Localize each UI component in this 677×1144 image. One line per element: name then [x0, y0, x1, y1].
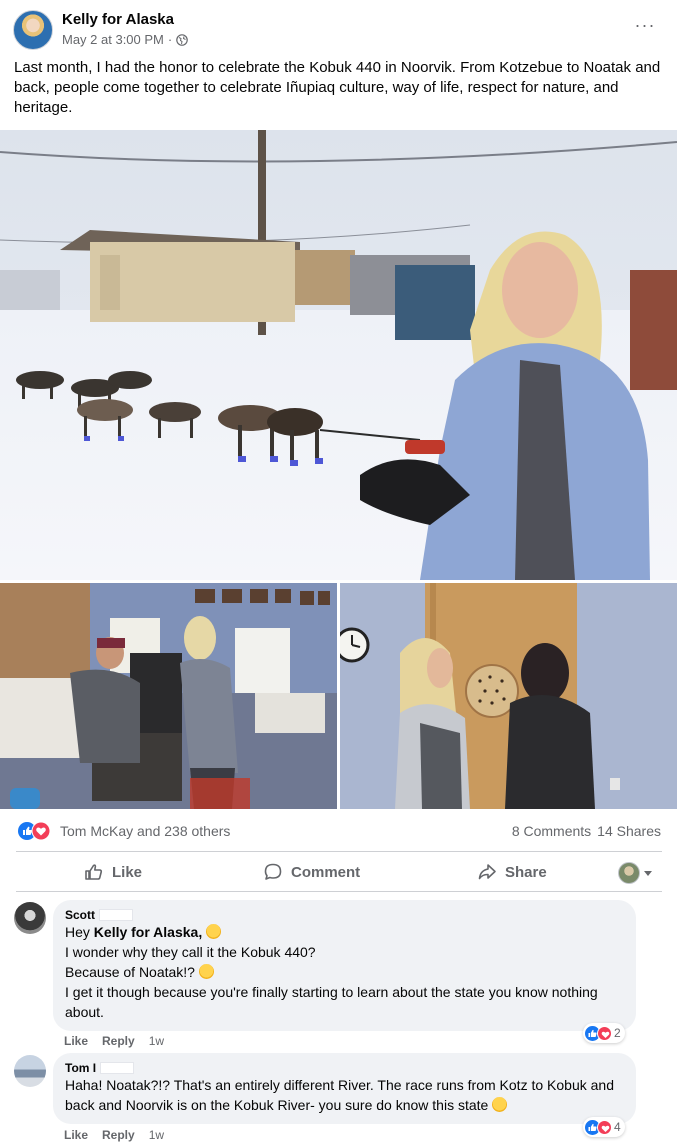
comment-label: Comment [291, 863, 361, 881]
more-options-button[interactable]: ··· [630, 16, 660, 40]
meta-separator: · [167, 32, 173, 47]
commenter-name[interactable]: Tom I [65, 1061, 624, 1075]
comment-age[interactable]: 1w [149, 1128, 164, 1142]
comments-count-link[interactable]: 8 Comments [512, 823, 591, 839]
comment-line: Hey Kelly for Alaska, [65, 922, 624, 942]
redaction-box [100, 1062, 135, 1074]
reaction-icons[interactable] [17, 821, 53, 841]
like-button[interactable]: Like [84, 853, 142, 891]
comment-reaction-badge[interactable]: 4 [583, 1117, 625, 1137]
comment-line: Haha! Noatak?!? That's an entirely diffe… [65, 1077, 614, 1113]
post-photo-main[interactable] [0, 130, 677, 580]
divider [16, 891, 662, 892]
post-photo-right[interactable] [340, 583, 677, 809]
page-avatar [618, 862, 640, 884]
redaction-box [99, 909, 133, 921]
comment-line: I get it though because you're finally s… [65, 984, 598, 1020]
reaction-stats-bar: Tom McKay and 238 others 8 Comments 14 S… [0, 816, 677, 846]
comment-actions: Like Reply 1w [64, 1128, 164, 1142]
post-header: Kelly for Alaska May 2 at 3:00 PM · ··· [0, 0, 677, 56]
comment-bubble: Scott Hey Kelly for Alaska, I wonder why… [53, 900, 636, 1031]
comment-age[interactable]: 1w [149, 1034, 164, 1048]
comment-like-link[interactable]: Like [64, 1034, 88, 1048]
mention-link[interactable]: Kelly for Alaska, [94, 924, 202, 940]
reaction-names-link[interactable]: Tom McKay and 238 others [60, 823, 230, 839]
commenter-avatar[interactable] [14, 1055, 46, 1087]
like-label: Like [112, 863, 143, 881]
post-text: Last month, I had the honor to celebrate… [14, 59, 661, 116]
share-button[interactable]: Share [477, 853, 547, 891]
rolling-eyes-emoji-icon [492, 1097, 508, 1112]
post-timestamp[interactable]: May 2 at 3:00 PM [62, 32, 164, 47]
reaction-count: 2 [614, 1026, 621, 1040]
love-icon [597, 1025, 612, 1041]
comment-reply-link[interactable]: Reply [102, 1128, 135, 1142]
divider [16, 851, 662, 852]
love-icon [597, 1119, 612, 1135]
post-meta: May 2 at 3:00 PM · [62, 32, 189, 47]
comment-as-selector[interactable] [618, 862, 652, 884]
comment-like-link[interactable]: Like [64, 1128, 88, 1142]
comment-icon [264, 863, 282, 880]
chevron-down-icon [644, 870, 652, 876]
post-photo-left[interactable] [0, 583, 337, 809]
commenter-avatar[interactable] [14, 902, 46, 934]
like-icon [85, 864, 103, 880]
laughing-emoji-icon [206, 924, 222, 939]
comment-button[interactable]: Comment [263, 853, 360, 891]
shares-count-link[interactable]: 14 Shares [597, 823, 661, 839]
reaction-count: 4 [614, 1120, 621, 1134]
author-avatar[interactable] [13, 10, 53, 50]
laughing-emoji-icon [198, 964, 214, 979]
comment-reaction-badge[interactable]: 2 [583, 1023, 625, 1043]
author-name[interactable]: Kelly for Alaska [62, 11, 174, 28]
commenter-name[interactable]: Scott [65, 908, 624, 922]
post-action-bar: Like Comment Share [0, 853, 677, 891]
comment-line: Because of Noatak!? [65, 962, 624, 982]
share-icon [478, 864, 496, 880]
globe-icon [176, 33, 189, 46]
share-label: Share [505, 863, 547, 881]
comment-actions: Like Reply 1w [64, 1034, 164, 1048]
comment-bubble: Tom I Haha! Noatak?!? That's an entirely… [53, 1053, 636, 1124]
comment-line: I wonder why they call it the Kobuk 440? [65, 944, 316, 960]
comment-reply-link[interactable]: Reply [102, 1034, 135, 1048]
